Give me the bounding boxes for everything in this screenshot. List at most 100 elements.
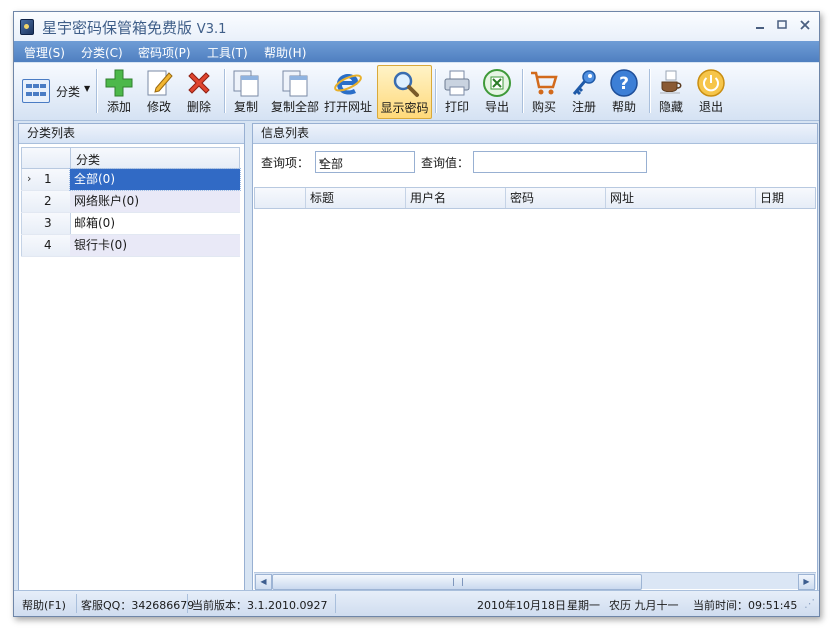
category-grid: 分类 › 1 全部(0) 2 网络账户(0) 3 邮箱(0) 4 银行卡(0) — [21, 147, 241, 257]
column-header-password[interactable]: 密码 — [505, 188, 604, 208]
status-bar: 帮助(F1) 客服QQ：342686679 当前版本：3.1.2010.0927… — [14, 590, 819, 616]
category-name[interactable]: 网络账户(0) — [70, 191, 240, 212]
query-field-select[interactable]: 全部 ▼ — [315, 151, 415, 173]
category-row[interactable]: 4 银行卡(0) — [21, 235, 240, 257]
register-button[interactable]: 注册 — [566, 65, 602, 117]
query-field-label: 查询项： — [261, 156, 310, 170]
copy-all-icon — [282, 70, 308, 97]
menu-manage[interactable]: 管理(S) — [24, 44, 65, 61]
column-header-title[interactable]: 标题 — [305, 188, 404, 208]
copy-all-button-label: 复制全部 — [270, 100, 319, 114]
info-grid: 标题 用户名 密码 网址 日期 — [254, 187, 816, 209]
category-row[interactable]: 2 网络账户(0) — [21, 191, 240, 213]
svg-text:?: ? — [619, 74, 629, 94]
column-header-url[interactable]: 网址 — [605, 188, 754, 208]
hide-button[interactable]: 隐藏 — [653, 65, 689, 117]
toolbar-separator — [522, 69, 524, 113]
help-question-icon: ? — [610, 69, 638, 97]
info-panel: 信息列表 查询项： 全部 ▼ 查询值： 标题 用户名 密码 网址 日期 ◀ ▶ — [252, 123, 818, 591]
minimize-button[interactable] — [750, 16, 770, 34]
row-indicator: 3 — [21, 213, 71, 234]
close-button[interactable] — [795, 16, 815, 34]
toolbar: 分类 ▼ 添加 修改 删除 复制 复制全部 打开网址 显示密码 打印 导出 购买… — [14, 63, 819, 121]
open-url-button[interactable]: 打开网址 — [323, 65, 373, 117]
export-button[interactable]: 导出 — [479, 65, 515, 117]
query-value-label: 查询值： — [421, 156, 470, 170]
print-button[interactable]: 打印 — [439, 65, 475, 117]
horizontal-scrollbar[interactable]: ◀ ▶ — [254, 572, 816, 590]
copy-button-label: 复制 — [233, 100, 258, 114]
open-url-button-label: 打开网址 — [323, 100, 372, 114]
status-help[interactable]: 帮助(F1) — [22, 597, 66, 613]
status-time: 当前时间：09:51:45 — [693, 599, 798, 612]
menu-password-item[interactable]: 密码项(P) — [138, 44, 191, 61]
add-button-label: 添加 — [106, 100, 131, 114]
app-window: 星宇密码保管箱免费版 V3.1 管理(S) 分类(C) 密码项(P) 工具(T)… — [13, 11, 820, 617]
scroll-right-arrow-icon[interactable]: ▶ — [798, 574, 815, 590]
current-row-arrow-icon: › — [27, 172, 32, 185]
row-indicator-header — [255, 188, 303, 208]
menu-category[interactable]: 分类(C) — [81, 44, 123, 61]
grip-icon — [453, 578, 463, 586]
category-dropdown[interactable]: 分类 ▼ — [22, 77, 92, 105]
delete-button[interactable]: 删除 — [181, 65, 217, 117]
column-header-date[interactable]: 日期 — [755, 188, 814, 208]
scroll-thumb[interactable] — [272, 574, 642, 590]
status-separator — [187, 594, 188, 613]
print-button-label: 打印 — [444, 100, 469, 114]
hide-button-label: 隐藏 — [658, 100, 683, 114]
dropdown-arrow-icon: ▼ — [84, 84, 91, 93]
maximize-button[interactable] — [772, 16, 792, 34]
scroll-left-arrow-icon[interactable]: ◀ — [255, 574, 272, 590]
category-panel: 分类列表 分类 › 1 全部(0) 2 网络账户(0) 3 邮箱(0) 4 银行… — [18, 123, 245, 591]
status-weekday: 星期一 — [567, 599, 600, 612]
category-name[interactable]: 全部(0) — [69, 168, 241, 191]
resize-grip-icon[interactable]: ⋰ — [804, 597, 815, 610]
menu-help[interactable]: 帮助(H) — [264, 44, 306, 61]
category-row[interactable]: › 1 全部(0) — [21, 168, 241, 191]
row-indicator: › 1 — [21, 169, 71, 190]
edit-button[interactable]: 修改 — [141, 65, 177, 117]
power-icon — [697, 69, 725, 97]
app-icon — [20, 19, 34, 35]
copy-button[interactable]: 复制 — [228, 65, 264, 117]
info-panel-title: 信息列表 — [253, 124, 817, 144]
toolbar-separator — [649, 69, 651, 113]
category-grid-icon — [22, 79, 50, 103]
column-header-username[interactable]: 用户名 — [405, 188, 504, 208]
menu-tools[interactable]: 工具(T) — [207, 44, 248, 61]
status-version: 当前版本：3.1.2010.0927 — [192, 599, 328, 612]
category-column-header[interactable]: 分类 — [76, 151, 100, 168]
menu-bar: 管理(S) 分类(C) 密码项(P) 工具(T) 帮助(H) — [14, 41, 819, 62]
category-grid-header: 分类 — [21, 147, 240, 169]
status-separator — [76, 594, 77, 613]
maximize-icon — [777, 20, 787, 29]
shopping-cart-icon — [531, 71, 558, 95]
add-button[interactable]: 添加 — [101, 65, 137, 117]
plus-icon — [105, 69, 133, 97]
close-icon — [800, 20, 810, 30]
row-number: 1 — [44, 172, 52, 186]
row-indicator-header — [22, 148, 71, 168]
help-button[interactable]: ? 帮助 — [606, 65, 642, 117]
row-number: 3 — [44, 216, 52, 230]
category-name[interactable]: 银行卡(0) — [70, 235, 240, 256]
buy-button[interactable]: 购买 — [526, 65, 562, 117]
magnifier-icon — [393, 71, 419, 97]
exit-button-label: 退出 — [698, 100, 723, 114]
copy-all-button[interactable]: 复制全部 — [268, 65, 322, 117]
row-indicator: 2 — [21, 191, 71, 212]
delete-x-icon — [188, 72, 210, 94]
edit-button-label: 修改 — [146, 100, 171, 114]
category-name[interactable]: 邮箱(0) — [70, 213, 240, 234]
toolbar-separator — [435, 69, 437, 113]
coffee-cup-icon — [660, 70, 682, 94]
status-support-qq: 客服QQ：342686679 — [81, 599, 195, 612]
edit-icon — [147, 70, 173, 96]
key-icon — [572, 70, 596, 96]
category-row[interactable]: 3 邮箱(0) — [21, 213, 240, 235]
show-password-button[interactable]: 显示密码 — [377, 65, 432, 119]
query-value-input[interactable] — [473, 151, 647, 173]
exit-button[interactable]: 退出 — [693, 65, 729, 117]
chevron-down-icon: ▼ — [319, 158, 325, 166]
